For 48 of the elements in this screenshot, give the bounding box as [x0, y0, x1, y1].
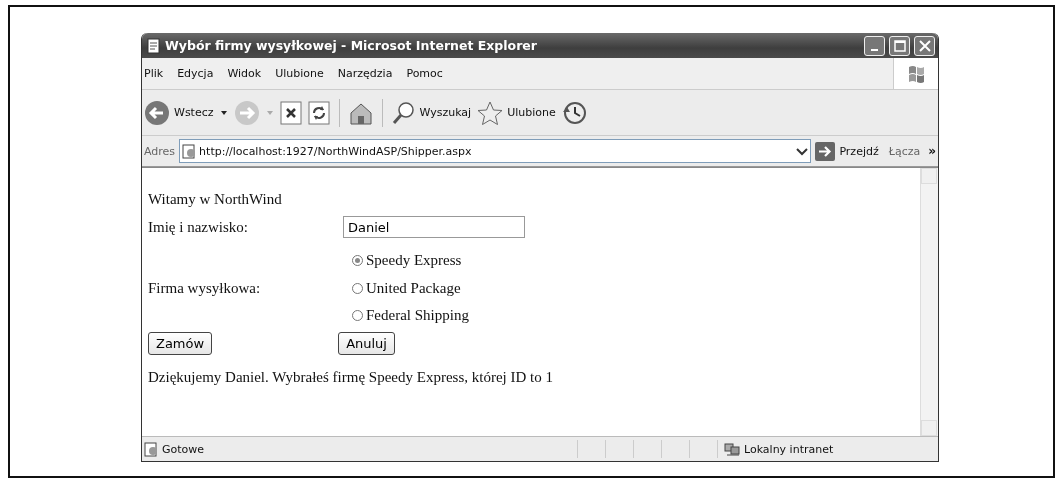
shipper-label: Firma wysyłkowa: [148, 279, 262, 297]
order-button[interactable]: Zamów [148, 332, 213, 355]
status-text: Gotowe [162, 442, 205, 456]
menu-item[interactable]: Edycja [177, 67, 214, 80]
menu-item[interactable]: Plik [144, 67, 164, 80]
cancel-button[interactable]: Anuluj [338, 332, 395, 355]
radio-label[interactable]: Federal Shipping [366, 307, 469, 325]
page-icon [144, 441, 158, 457]
minimize-icon [871, 48, 878, 51]
network-icon [724, 441, 740, 457]
page-heading: Witamy w NorthWind [148, 190, 282, 208]
menu-item[interactable]: Pomoc [406, 67, 443, 80]
back-button[interactable]: Wstecz [144, 99, 214, 126]
name-field[interactable]: Daniel [343, 216, 525, 238]
minimize-button[interactable] [864, 35, 885, 56]
stop-icon [279, 100, 302, 125]
zone-text: Lokalny intranet [744, 442, 834, 456]
refresh-icon [307, 100, 330, 125]
scrollbar[interactable] [920, 168, 938, 436]
menu-item[interactable]: Narzędzia [337, 67, 393, 80]
radio-button[interactable] [352, 282, 363, 294]
page-icon [146, 37, 161, 54]
menu-item[interactable]: Widok [227, 67, 262, 80]
confirmation-message: Dziękujemy Daniel. Wybrałeś firmę Speedy Express, której ID to 1 [148, 369, 553, 386]
star-icon [477, 100, 504, 125]
chevron[interactable]: » [924, 144, 936, 158]
address-label: Adres [144, 144, 176, 158]
menu-item[interactable]: Ulubione [275, 67, 324, 80]
address-field[interactable]: http://localhost:1927/NorthWindASP/Shipper.aspx [179, 139, 812, 163]
radio-label[interactable]: United Package [366, 279, 461, 297]
links-button[interactable]: Łącza [888, 144, 921, 158]
radio-button[interactable] [352, 255, 363, 267]
radio-button[interactable] [352, 310, 363, 322]
window-title: Wybór firmy wysyłkowej - Microsot Internet Explorer [165, 38, 538, 53]
page-icon [182, 143, 197, 159]
close-icon [918, 39, 931, 52]
dropdown-arrow-icon [265, 108, 274, 117]
history-icon [561, 99, 588, 126]
maximize-button[interactable] [889, 35, 910, 56]
search-button[interactable]: Wyszukaj [391, 100, 472, 125]
radio-label[interactable]: Speedy Express [366, 252, 462, 270]
search-icon [391, 100, 416, 125]
dropdown-arrow-icon [219, 108, 228, 117]
close-button[interactable] [914, 35, 935, 56]
go-button[interactable]: Przejdź [815, 141, 885, 161]
favorites-button[interactable]: Ulubione [477, 100, 556, 125]
name-label: Imię i nazwisko: [148, 218, 249, 236]
maximize-icon [893, 39, 906, 52]
